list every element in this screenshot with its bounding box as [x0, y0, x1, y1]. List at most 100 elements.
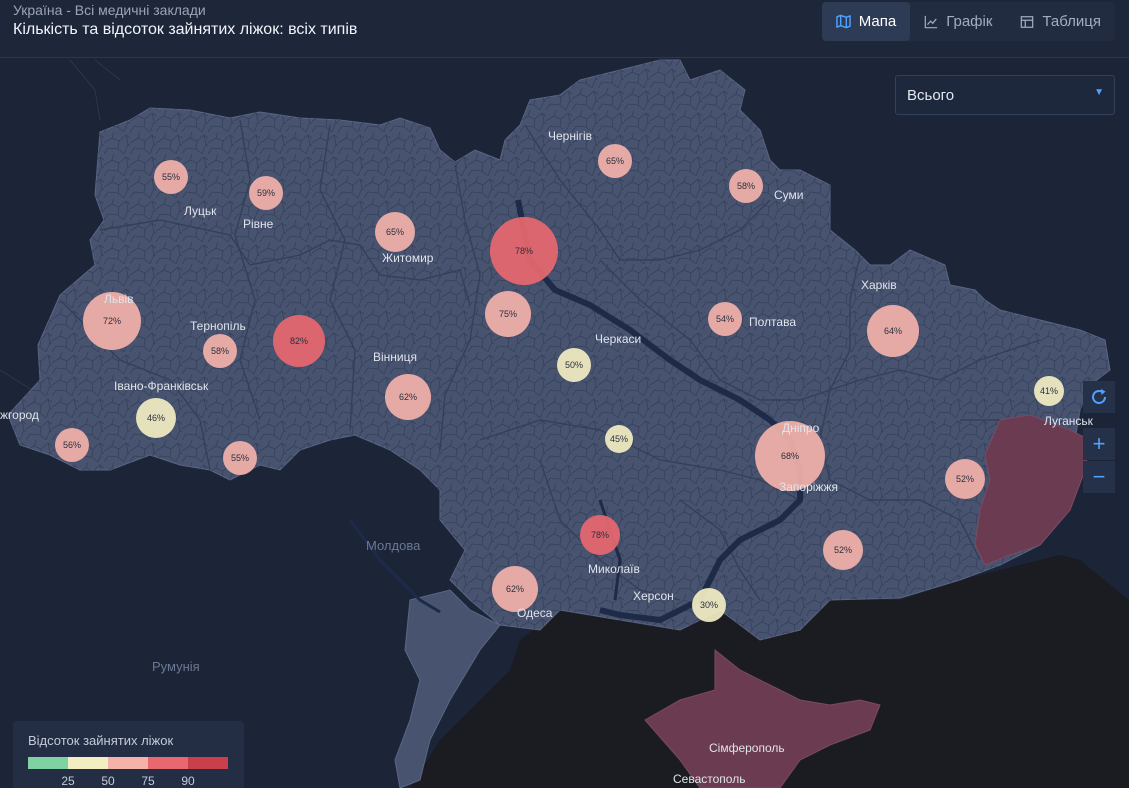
region-bubble-label: 45% — [610, 434, 628, 444]
region-bubble-label: 56% — [63, 440, 81, 450]
city-label-lutsk: Луцьк — [184, 204, 217, 218]
region-bubble[interactable]: 65% — [375, 212, 415, 252]
region-bubble-label: 65% — [606, 156, 624, 166]
region-bubble[interactable]: 55% — [223, 441, 257, 475]
city-label-sevastopol: Севастополь — [673, 772, 745, 786]
region-bubble-label: 30% — [700, 600, 718, 610]
tab-table[interactable]: Таблиця — [1006, 2, 1115, 41]
map-icon — [835, 14, 851, 29]
zoom-out-button[interactable]: − — [1083, 461, 1115, 493]
legend-tick: 90 — [181, 774, 195, 788]
city-label-sumy: Суми — [774, 188, 803, 202]
region-bubble-label: 50% — [565, 360, 583, 370]
region-bubble[interactable]: 55% — [154, 160, 188, 194]
city-label-chernihiv: Чернігів — [548, 129, 592, 143]
view-tabs: Мапа Графік Таблиця — [821, 2, 1115, 41]
region-bubble[interactable]: 82% — [273, 315, 325, 367]
region-bubble-label: 41% — [1040, 386, 1058, 396]
region-bubble[interactable]: 59% — [249, 176, 283, 210]
city-label-poltava: Полтава — [749, 315, 796, 329]
region-bubble[interactable]: 46% — [136, 398, 176, 438]
region-bubble[interactable]: 78% — [490, 217, 558, 285]
region-bubble-label: 78% — [591, 530, 609, 540]
region-bubble-label: 62% — [399, 392, 417, 402]
refresh-button[interactable] — [1083, 381, 1115, 413]
region-bubble[interactable]: 52% — [945, 459, 985, 499]
region-bubble[interactable]: 75% — [485, 291, 531, 337]
tab-chart-label: Графік — [946, 13, 993, 30]
legend-swatch — [108, 757, 148, 769]
region-bubble[interactable]: 50% — [557, 348, 591, 382]
legend-tick: 50 — [101, 774, 115, 788]
legend-tick: 25 — [61, 774, 75, 788]
city-label-cherkasy: Черкаси — [595, 332, 641, 346]
legend-swatch — [188, 757, 228, 769]
region-bubble[interactable]: 58% — [729, 169, 763, 203]
outside-label-moldova: Молдова — [366, 538, 421, 553]
region-bubble-label: 75% — [499, 309, 517, 319]
region-bubble-label: 52% — [834, 545, 852, 555]
legend-color-bar — [28, 757, 228, 769]
region-bubble-label: 58% — [737, 181, 755, 191]
map-svg[interactable]: Молдова Румунія 55% 59% 65% 78% 65% 58% 72% 58%… — [0, 58, 1129, 788]
city-label-kharkiv: Харків — [861, 278, 897, 292]
region-bubble[interactable]: 58% — [203, 334, 237, 368]
legend: Відсоток зайнятих ліжок 25 50 75 90 — [13, 721, 244, 788]
region-bubble-label: 59% — [257, 188, 275, 198]
region-bubble-label: 82% — [290, 336, 308, 346]
region-bubble-label: 72% — [103, 316, 121, 326]
city-label-ternopil: Тернопіль — [190, 319, 246, 333]
region-bubble-label: 55% — [231, 453, 249, 463]
legend-title: Відсоток зайнятих ліжок — [28, 733, 174, 748]
city-label-lviv: Львів — [104, 292, 134, 306]
category-select-value: Всього — [907, 87, 955, 104]
legend-tick: 75 — [141, 774, 155, 788]
page-title: Кількість та відсоток зайнятих ліжок: вс… — [13, 21, 358, 38]
tab-chart[interactable]: Графік — [910, 2, 1006, 41]
tab-table-label: Таблиця — [1042, 13, 1101, 30]
region-bubble-label: 58% — [211, 346, 229, 356]
header: Україна - Всі медичні заклади Кількість … — [0, 0, 1129, 58]
city-label-zhytomyr: Житомир — [382, 251, 434, 265]
region-bubble[interactable]: 41% — [1034, 376, 1064, 406]
region-bubble-label: 55% — [162, 172, 180, 182]
city-label-zaporizhzhia: Запоріжжя — [779, 480, 838, 494]
legend-swatch — [68, 757, 108, 769]
region-bubble[interactable]: 62% — [385, 374, 431, 420]
city-label-mykolaiv: Миколаїв — [588, 562, 640, 576]
zoom-in-button[interactable]: + — [1083, 428, 1115, 460]
region-bubble[interactable]: 65% — [598, 144, 632, 178]
region-bubble[interactable]: 30% — [692, 588, 726, 622]
city-label-simferopol: Сімферополь — [709, 741, 785, 755]
region-bubble-label: 64% — [884, 326, 902, 336]
region-bubble[interactable]: 52% — [823, 530, 863, 570]
region-bubble-label: 46% — [147, 413, 165, 423]
region-bubble-label: 78% — [515, 246, 533, 256]
city-label-rivne: Рівне — [243, 217, 274, 231]
city-label-kherson: Херсон — [633, 589, 674, 603]
region-bubble[interactable]: 56% — [55, 428, 89, 462]
category-select[interactable]: Всього ▼ — [895, 75, 1115, 115]
city-label-dnipro: Дніпро — [782, 421, 820, 435]
region-bubble[interactable]: 54% — [708, 302, 742, 336]
city-label-odesa: Одеса — [517, 606, 553, 620]
city-label-uzhhorod: жгород — [0, 408, 39, 422]
legend-swatch — [148, 757, 188, 769]
page-subtitle: Україна - Всі медичні заклади — [13, 2, 206, 18]
refresh-icon — [1092, 389, 1106, 404]
chart-line-icon — [924, 15, 938, 28]
map-area[interactable]: Молдова Румунія 55% 59% 65% 78% 65% 58% 72% 58%… — [0, 58, 1129, 788]
region-bubble-label: 54% — [716, 314, 734, 324]
city-label-ivano-frankivsk: Івано-Франківськ — [114, 379, 209, 393]
region-bubble[interactable]: 78% — [580, 515, 620, 555]
region-bubble[interactable]: 45% — [605, 425, 633, 453]
tab-map[interactable]: Мапа — [821, 2, 911, 41]
region-bubble[interactable]: 64% — [867, 305, 919, 357]
chevron-down-icon: ▼ — [1094, 87, 1104, 98]
table-icon — [1021, 15, 1034, 28]
region-bubble-label: 52% — [956, 474, 974, 484]
city-label-vinnytsia: Вінниця — [373, 350, 417, 364]
region-bubble-label: 68% — [781, 451, 799, 461]
region-bubble-label: 65% — [386, 227, 404, 237]
tab-map-label: Мапа — [858, 13, 897, 30]
